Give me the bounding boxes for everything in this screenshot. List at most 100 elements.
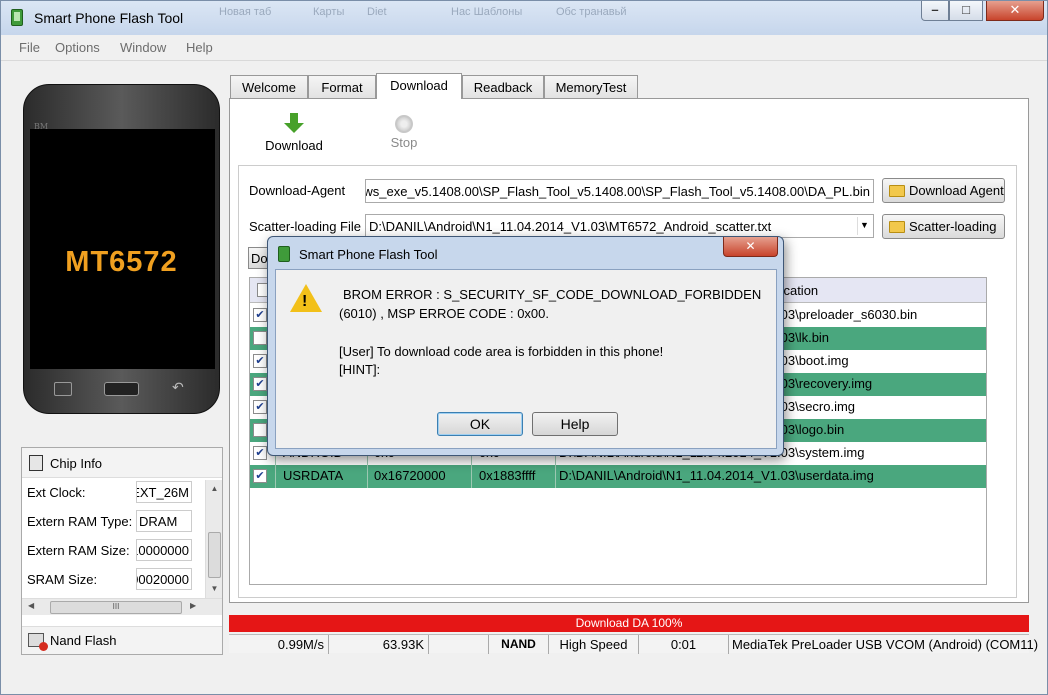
window-title: Smart Phone Flash Tool (34, 10, 184, 26)
dialog-title: Smart Phone Flash Tool (299, 247, 438, 262)
row-checkbox[interactable]: ✔ (253, 377, 267, 391)
progress-bar: Download DA 100% (229, 615, 1029, 632)
column-separator (367, 465, 368, 488)
chevron-down-icon[interactable]: ▼ (857, 217, 871, 235)
tab-format[interactable]: Format (308, 75, 376, 98)
column-separator (471, 465, 472, 488)
column-separator (275, 465, 276, 488)
menu-window[interactable]: Window (120, 40, 166, 55)
scatter-loading-button[interactable]: Scatter-loading (882, 214, 1005, 239)
download-agent-path[interactable]: D:\SP_Flash_Tool_windows_exe_v5.1408.00\… (365, 179, 874, 203)
stop-button[interactable]: Stop (379, 113, 429, 150)
vertical-scrollbar[interactable]: ▲ ▼ (205, 480, 222, 598)
status-spacer (429, 635, 489, 654)
dialog-close-button[interactable]: ✕ (723, 237, 778, 257)
error-line-4: [HINT]: (339, 362, 381, 377)
tab-welcome[interactable]: Welcome (230, 75, 308, 98)
download-arrow-icon (284, 113, 304, 135)
scatter-file-path: D:\DANIL\Android\N1_11.04.2014_V1.03\MT6… (369, 219, 772, 234)
row-checkbox[interactable] (253, 331, 267, 345)
nand-flash-label: Nand Flash (50, 633, 117, 648)
nand-flash-header[interactable]: Nand Flash (22, 626, 222, 654)
row-checkbox[interactable]: ✔ (253, 308, 267, 322)
chip-info-title: Chip Info (50, 456, 103, 471)
menu-options[interactable]: Options (55, 40, 100, 55)
download-agent-button[interactable]: Download Agent (882, 178, 1005, 203)
stop-icon (395, 115, 413, 133)
row-checkbox[interactable]: ✔ (253, 446, 267, 460)
status-usb-mode: High Speed (549, 635, 639, 654)
horizontal-scrollbar[interactable]: ◀ III ▶ (22, 598, 222, 615)
ghost-tab: Нас Шаблоны (451, 6, 523, 18)
nand-flash-icon (28, 633, 48, 651)
tab-memorytest[interactable]: MemoryTest (544, 75, 638, 98)
minimize-button[interactable]: – (921, 1, 949, 21)
ghost-tab: Карты (313, 6, 345, 18)
scatter-file-select[interactable]: D:\DANIL\Android\N1_11.04.2014_V1.03\MT6… (365, 214, 874, 238)
error-line-3: [User] To download code area is forbidde… (339, 344, 664, 359)
table-row[interactable]: ✔ USRDATA 0x16720000 0x1883ffff D:\DANIL\And… (250, 465, 986, 488)
download-button-label: Download (265, 138, 323, 153)
close-button[interactable]: ✕ (986, 1, 1044, 21)
app-icon (278, 246, 290, 262)
info-row-ext-clock: Ext Clock: EXT_26M (22, 480, 222, 504)
warning-mark: ! (302, 293, 308, 310)
chip-model-label: MT6572 (65, 246, 178, 278)
scroll-thumb[interactable] (208, 532, 221, 578)
maximize-button[interactable]: □ (949, 1, 983, 21)
row-checkbox[interactable]: ✔ (253, 400, 267, 414)
phone-back-key-icon: ↶ (172, 379, 184, 395)
info-value: 0x10000000 (136, 539, 192, 561)
download-agent-label: Download-Agent (249, 183, 346, 198)
info-row-ram-size: Extern RAM Size: 0x10000000 (22, 538, 222, 562)
info-row-ram-type: Extern RAM Type: DRAM (22, 509, 222, 533)
scroll-down-icon[interactable]: ▼ (206, 584, 223, 593)
maximize-icon: □ (962, 2, 970, 17)
status-port: MediaTek PreLoader USB VCOM (Android) (C… (732, 637, 1039, 652)
stop-button-label: Stop (390, 135, 418, 150)
menu-help[interactable]: Help (186, 40, 213, 55)
column-separator (555, 465, 556, 488)
scroll-thumb[interactable]: III (50, 601, 182, 614)
download-button[interactable]: Download (263, 113, 325, 153)
scroll-up-icon[interactable]: ▲ (206, 484, 223, 493)
error-dialog: Smart Phone Flash Tool ✕ ! BROM ERROR : … (267, 236, 784, 456)
ghost-tab: Diet (367, 6, 387, 18)
row-checkbox[interactable] (253, 423, 267, 437)
main-window: Smart Phone Flash Tool Новая таб Карты D… (0, 0, 1048, 695)
info-row-sram-size: SRAM Size: 0x00020000 (22, 567, 222, 591)
phone-brand: BM (34, 122, 49, 131)
info-label: SRAM Size: (27, 572, 98, 587)
chip-info-header[interactable]: Chip Info (22, 448, 222, 478)
row-checkbox[interactable]: ✔ (253, 354, 267, 368)
phone-image: BM MT6572 ↶ (23, 84, 220, 414)
close-icon: ✕ (1009, 2, 1021, 17)
row-checkbox[interactable]: ✔ (253, 469, 267, 483)
ok-button[interactable]: OK (437, 412, 523, 436)
info-value: DRAM (136, 510, 192, 532)
status-speed: 0.99M/s (229, 635, 329, 654)
error-line-2: (6010) , MSP ERROE CODE : 0x00. (339, 306, 549, 321)
scroll-right-icon[interactable]: ▶ (190, 601, 196, 610)
row-location: D:\DANIL\Android\N1_11.04.2014_V1.03\use… (559, 468, 874, 483)
row-end: 0x1883ffff (479, 468, 536, 483)
scatter-loading-button-label: Scatter-loading (909, 219, 997, 234)
chip-icon (29, 455, 43, 471)
info-label: Extern RAM Size: (27, 543, 130, 558)
minimize-icon: – (931, 2, 939, 17)
tab-download[interactable]: Download (376, 73, 462, 99)
error-line-1: BROM ERROR : S_SECURITY_SF_CODE_DOWNLOAD… (343, 287, 762, 302)
scatter-file-label: Scatter-loading File (249, 219, 361, 234)
status-time: 0:01 (639, 635, 729, 654)
ghost-tab: Новая таб (219, 6, 272, 18)
app-icon (11, 9, 23, 26)
help-button[interactable]: Help (532, 412, 618, 436)
dialog-body: ! BROM ERROR : S_SECURITY_SF_CODE_DOWNLO… (275, 269, 777, 449)
phone-menu-key-icon (54, 382, 72, 396)
folder-icon (889, 221, 905, 233)
scroll-left-icon[interactable]: ◀ (28, 601, 34, 610)
tab-readback[interactable]: Readback (462, 75, 544, 98)
menu-file[interactable]: File (19, 40, 40, 55)
title-bar[interactable]: Smart Phone Flash Tool Новая таб Карты D… (1, 1, 1047, 35)
info-value: EXT_26M (136, 481, 192, 503)
